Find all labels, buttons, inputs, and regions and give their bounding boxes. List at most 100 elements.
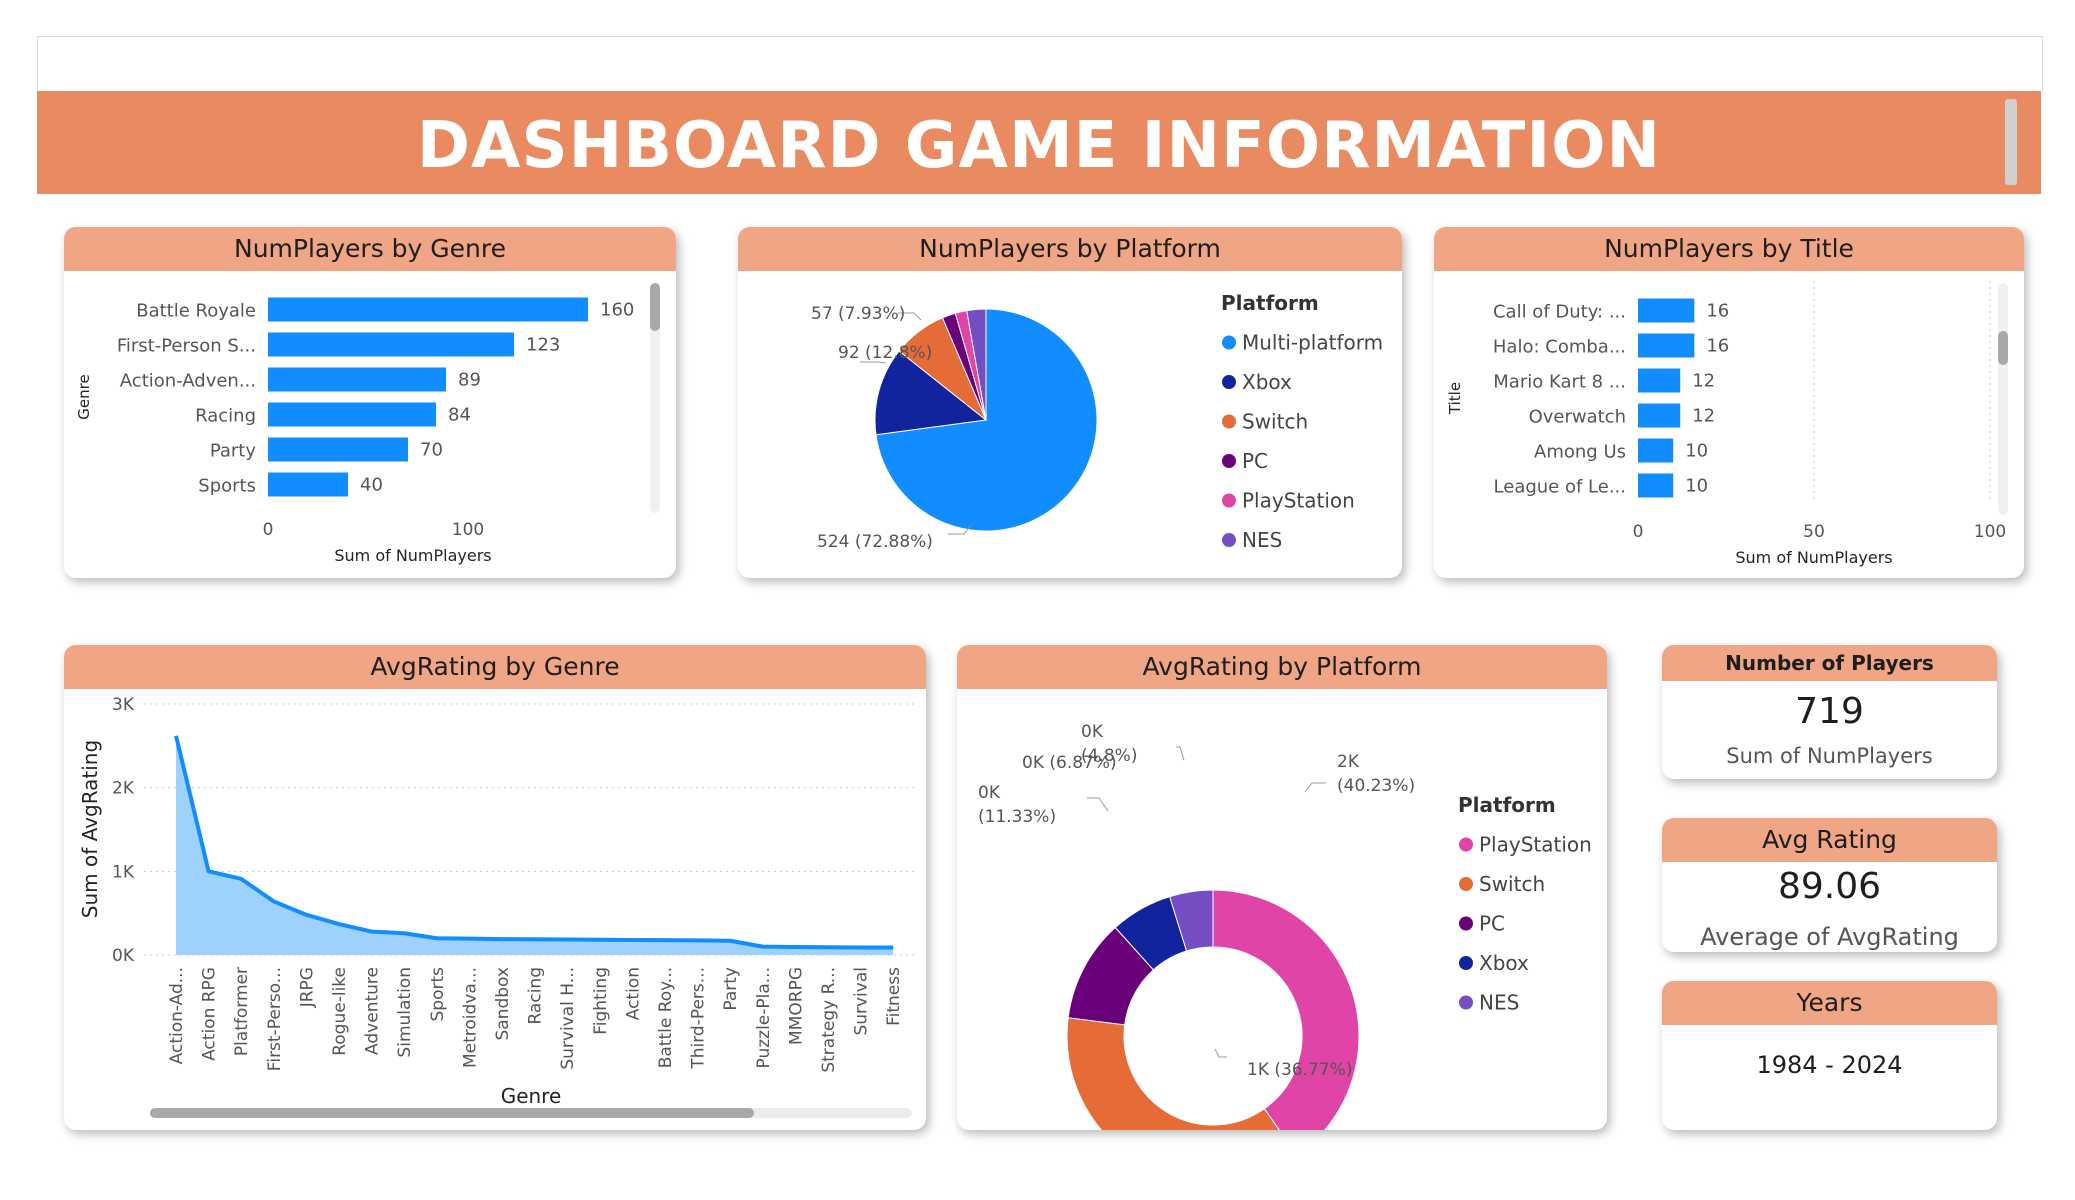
- x-tick-label: 100: [452, 520, 484, 540]
- legend-label: PC: [1479, 912, 1505, 936]
- data-label: 16: [1706, 336, 1729, 357]
- legend-marker: [1222, 454, 1236, 468]
- kpi-rating-card: Avg Rating 89.06 Average of AvgRating: [1662, 818, 1997, 952]
- x-tick-label: Platformer: [232, 967, 252, 1056]
- legend-marker: [1459, 877, 1473, 891]
- y-tick-label: 3K: [112, 695, 135, 715]
- legend-marker: [1459, 837, 1473, 852]
- y-tick-label: 2K: [112, 779, 135, 799]
- category-label: First-Person S...: [117, 336, 256, 357]
- legend-label: Xbox: [1242, 370, 1292, 394]
- data-label: (11.33%): [978, 807, 1056, 827]
- data-label: 12: [1692, 371, 1715, 392]
- x-tick-label: 0: [1633, 522, 1644, 542]
- title-banner: DASHBOARD GAME INFORMATION: [37, 91, 2041, 194]
- x-tick-label: Action: [623, 967, 643, 1020]
- x-tick-label: Sports: [428, 967, 448, 1022]
- x-axis-title: Sum of NumPlayers: [1735, 548, 1892, 567]
- y-tick-label: 0K: [112, 946, 135, 966]
- x-tick-label: Survival: [852, 967, 872, 1036]
- category-label: Racing: [195, 406, 256, 427]
- data-label: 70: [420, 440, 443, 461]
- data-label: 16: [1706, 301, 1729, 322]
- x-tick-label: Rogue-like: [330, 967, 350, 1056]
- legend-marker: [1459, 995, 1473, 1010]
- bar: [1638, 333, 1695, 358]
- data-label: 57 (7.93%): [811, 304, 905, 324]
- legend-title: Platform: [1221, 291, 1319, 315]
- legend-marker: [1459, 916, 1473, 931]
- x-tick-label: Battle Roy...: [656, 967, 676, 1068]
- kpi-years-value: 1984 - 2024: [1756, 1051, 1903, 1079]
- bar: [268, 332, 514, 357]
- data-label: 10: [1685, 476, 1708, 497]
- x-tick-label: 100: [1974, 522, 2006, 542]
- x-tick-label: First-Perso...: [265, 967, 285, 1071]
- x-axis-title: Sum of NumPlayers: [334, 546, 491, 565]
- genre-area-card: AvgRating by Genre 0K 1K 2K 3K Action-Ad... A…: [64, 645, 926, 1130]
- legend-label: Switch: [1242, 410, 1308, 434]
- platform-donut-chart: 2K(40.23%)1K (36.77%)0K(11.33%)0K (6.87%…: [978, 722, 1592, 1130]
- kpi-rating-title: Avg Rating: [1662, 818, 1997, 862]
- area-fill: [176, 735, 894, 955]
- x-axis-title: Genre: [501, 1084, 562, 1108]
- x-tick-label: Fighting: [591, 967, 611, 1035]
- x-tick-label: 0: [263, 520, 274, 540]
- banner-scrollbar[interactable]: [2005, 99, 2017, 185]
- kpi-players-label: Sum of NumPlayers: [1726, 744, 1933, 768]
- genre-area-chart: 0K 1K 2K 3K Action-Ad... Action RPG Platformer…: [78, 695, 914, 1118]
- pie-slice: [1212, 889, 1360, 1130]
- bar: [1638, 438, 1674, 463]
- platform-pie-card: NumPlayers by Platform 524 (72.88%) 92 (1…: [738, 227, 1402, 578]
- legend-marker: [1222, 335, 1236, 350]
- data-label: 12: [1692, 406, 1715, 427]
- scrollbar-track: [1998, 283, 2008, 515]
- category-label: Action-Adven...: [120, 371, 256, 392]
- leader-line: [1304, 782, 1326, 793]
- bar: [1638, 368, 1681, 393]
- legend-title: Platform: [1458, 793, 1556, 817]
- x-tick-label: 50: [1803, 522, 1825, 542]
- legend-label: Switch: [1479, 872, 1545, 896]
- data-label: (4.8%): [1081, 746, 1137, 766]
- kpi-players-title: Number of Players: [1662, 645, 1997, 681]
- x-tick-label: Sandbox: [493, 967, 513, 1041]
- kpi-players-value: 719: [1795, 691, 1864, 732]
- platform-pie-chart: 524 (72.88%) 92 (12.8%) 57 (7.93%) Platform…: [811, 291, 1383, 552]
- x-tick-label: Fitness: [884, 967, 904, 1026]
- x-tick-label: Action-Ad...: [167, 967, 187, 1064]
- bar: [268, 472, 348, 497]
- kpi-years-title: Years: [1662, 981, 1997, 1025]
- x-tick-label: Metroidva...: [460, 967, 480, 1068]
- title-bar-chart: Call of Duty: ... 16 Halo: Comba... 16 Mario…: [1446, 281, 2008, 567]
- data-label: 123: [526, 335, 560, 356]
- x-tick-label: Action RPG: [200, 967, 220, 1061]
- data-label: 40: [360, 475, 383, 496]
- legend-label: NES: [1242, 528, 1282, 552]
- legend-label: Multi-platform: [1242, 331, 1383, 355]
- legend-label: NES: [1479, 991, 1519, 1015]
- data-label: 0K: [1081, 722, 1104, 742]
- bar: [268, 367, 446, 392]
- top-strip: [37, 36, 2043, 92]
- legend-marker: [1222, 533, 1236, 547]
- kpi-years-card: Years 1984 - 2024: [1662, 981, 1997, 1130]
- dashboard-title: DASHBOARD GAME INFORMATION: [416, 109, 1662, 183]
- bar: [1638, 473, 1674, 498]
- x-tick-label: Survival H...: [558, 967, 578, 1070]
- data-label: 10: [1685, 441, 1708, 462]
- category-label: Among Us: [1534, 442, 1626, 463]
- data-label: 524 (72.88%): [817, 532, 933, 552]
- category-label: Party: [210, 441, 257, 462]
- kpi-rating-label: Average of AvgRating: [1700, 923, 1959, 951]
- bar: [268, 297, 588, 322]
- leader-line: [1087, 797, 1109, 812]
- genre-bar-chart: Battle Royale 160 First-Person S... 123 Acti…: [75, 283, 660, 565]
- category-label: League of Le...: [1494, 477, 1626, 498]
- legend-marker: [1459, 956, 1473, 970]
- x-tick-label: Adventure: [363, 967, 383, 1055]
- leader-line: [1176, 746, 1185, 761]
- x-tick-label: Puzzle-Pla...: [754, 967, 774, 1069]
- category-label: Call of Duty: ...: [1493, 302, 1626, 323]
- category-label: Mario Kart 8 ...: [1493, 372, 1626, 393]
